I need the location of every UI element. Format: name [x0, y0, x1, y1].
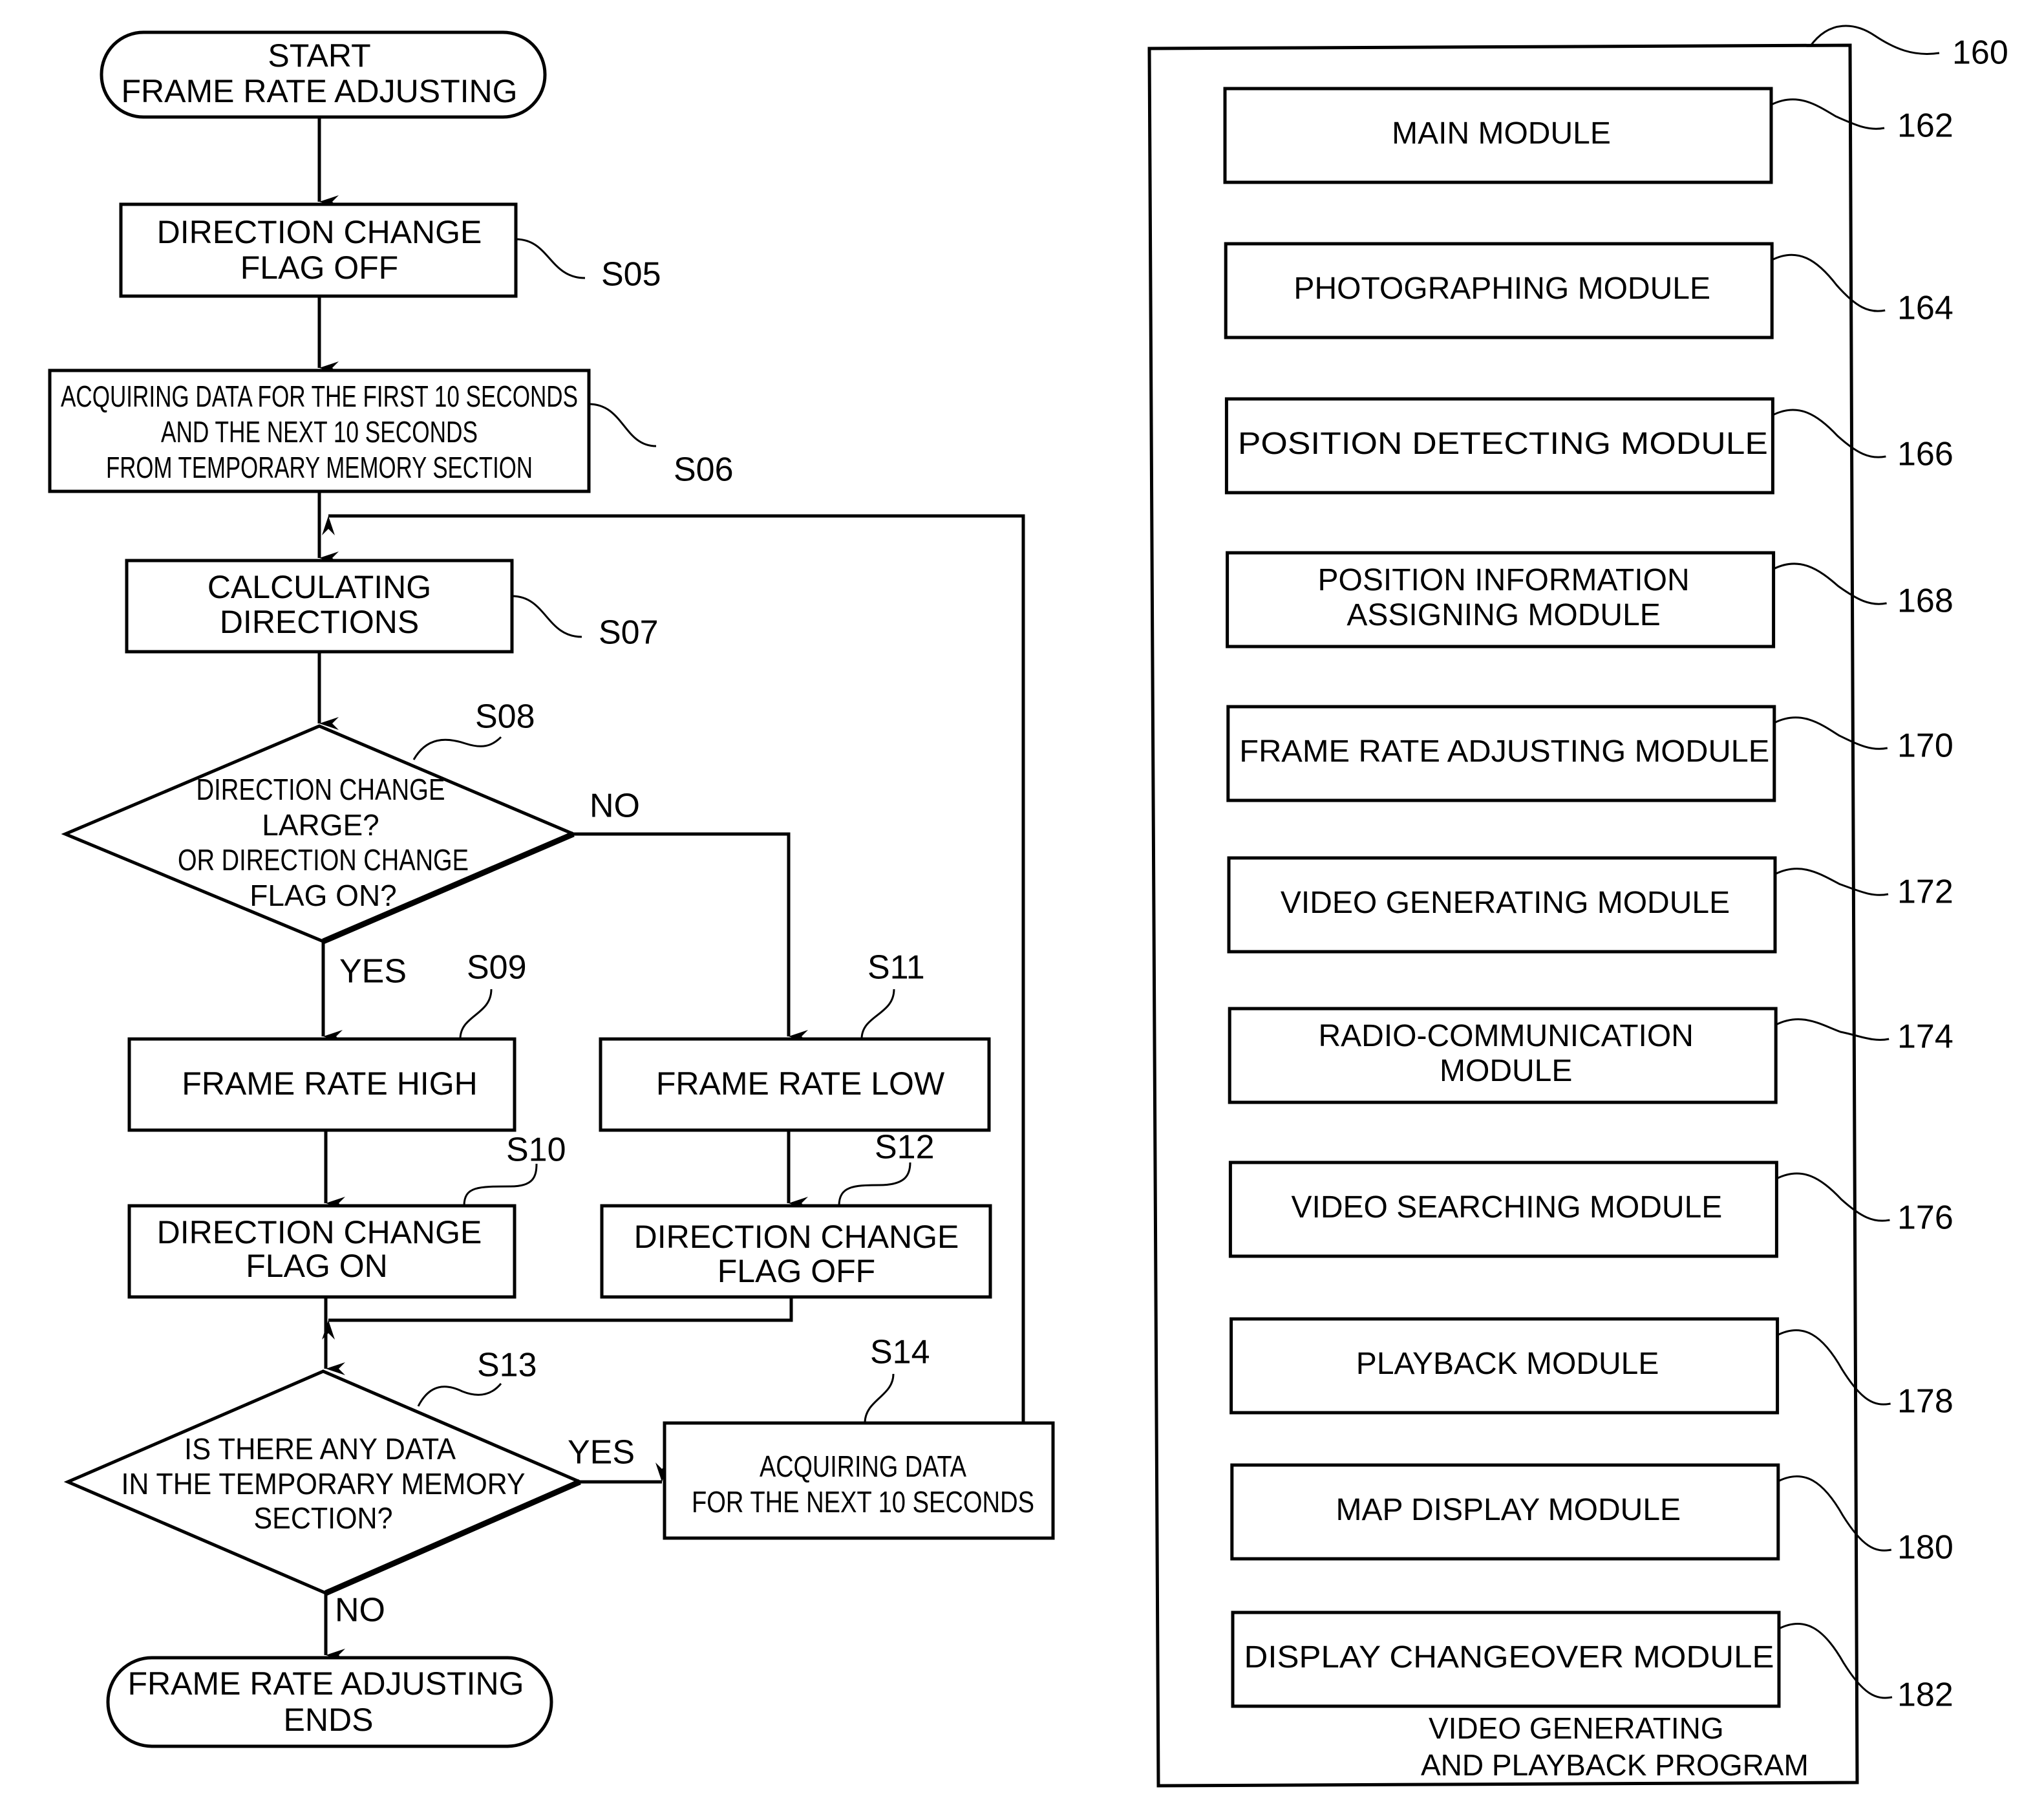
s09-line1: FRAME RATE HIGH: [182, 1065, 477, 1102]
program-caption-line2: AND PLAYBACK PROGRAM: [1421, 1748, 1809, 1782]
s10-leader-line: [463, 1163, 538, 1206]
s11-leader-line: [860, 989, 895, 1040]
s11-line1: FRAME RATE LOW: [656, 1065, 945, 1102]
s06-line1: ACQUIRING DATA FOR THE FIRST 10 SECONDS: [61, 380, 578, 413]
end-terminator: FRAME RATE ADJUSTING ENDS: [106, 1656, 553, 1748]
module-name-line: DISPLAY CHANGEOVER MODULE: [1244, 1640, 1774, 1675]
module-ref-label: 166: [1897, 436, 1953, 473]
flowchart: START FRAME RATE ADJUSTING DIRECTION CHA…: [48, 30, 1055, 1748]
module-name-line: RADIO-COMMUNICATION: [1318, 1019, 1693, 1053]
s05-line2: FLAG OFF: [240, 250, 398, 286]
arrow-s12-merge: [322, 1297, 793, 1340]
s13-leader-line: [417, 1383, 502, 1407]
s10-step-label: S10: [506, 1131, 566, 1169]
s08-line4: FLAG ON?: [250, 879, 397, 912]
s13-yes-label: YES: [568, 1434, 635, 1472]
s09-leader-line: [459, 989, 493, 1040]
module-ref-label: 176: [1897, 1199, 1953, 1237]
module-ref-label: 178: [1897, 1383, 1953, 1420]
s13-line1: IS THERE ANY DATA: [184, 1432, 456, 1466]
s06-leader-line: [588, 403, 657, 447]
s14-line1: ACQUIRING DATA: [760, 1450, 966, 1483]
module-name-line: VIDEO GENERATING MODULE: [1281, 886, 1730, 920]
s13-step-label: S13: [477, 1347, 537, 1384]
step-s12: DIRECTION CHANGE FLAG OFF S12: [600, 1129, 992, 1299]
s13-no-label: NO: [335, 1592, 385, 1629]
module-name-line: POSITION DETECTING MODULE: [1238, 427, 1768, 461]
step-s09: FRAME RATE HIGH S09: [127, 949, 527, 1132]
s12-line1: DIRECTION CHANGE: [634, 1219, 959, 1255]
arrow-s08-no-to-s11: [573, 832, 808, 1043]
s07-step-label: S07: [599, 614, 659, 652]
module-name-line: MAIN MODULE: [1392, 116, 1611, 151]
s08-line1: DIRECTION CHANGE: [197, 773, 445, 806]
s10-line1: DIRECTION CHANGE: [157, 1214, 482, 1250]
step-s14: ACQUIRING DATA FOR THE NEXT 10 SECONDS S…: [663, 1334, 1055, 1540]
s06-line2: AND THE NEXT 10 SECONDS: [161, 415, 478, 449]
module-ref-label: 164: [1897, 290, 1953, 327]
module-name-line: POSITION INFORMATION: [1318, 563, 1690, 597]
s08-line3: OR DIRECTION CHANGE: [178, 843, 469, 877]
module-name-line: MODULE: [1440, 1054, 1572, 1088]
s13-line3: SECTION?: [254, 1501, 393, 1535]
s08-line2: LARGE?: [262, 808, 379, 842]
module-name-line: MAP DISPLAY MODULE: [1336, 1493, 1681, 1527]
s09-step-label: S09: [467, 949, 527, 987]
s05-step-label: S05: [601, 256, 661, 294]
module-ref-label: 182: [1897, 1676, 1953, 1714]
end-label-line1: FRAME RATE ADJUSTING: [127, 1665, 524, 1702]
module-ref-label: 172: [1897, 873, 1953, 911]
step-s10: DIRECTION CHANGE FLAG ON S10: [127, 1131, 566, 1299]
module-ref-label: 180: [1897, 1529, 1953, 1567]
s07-line1: CALCULATING: [208, 569, 431, 605]
s14-line2: FOR THE NEXT 10 SECONDS: [692, 1485, 1034, 1519]
start-label-line2: FRAME RATE ADJUSTING: [121, 73, 517, 109]
s06-step-label: S06: [674, 451, 734, 489]
decision-s13: IS THERE ANY DATA IN THE TEMPORARY MEMOR…: [63, 1347, 635, 1629]
start-terminator: START FRAME RATE ADJUSTING: [100, 30, 547, 119]
module-ref-label: 170: [1897, 727, 1953, 765]
s14-leader-line: [864, 1373, 895, 1424]
s10-line2: FLAG ON: [246, 1248, 387, 1284]
s12-line2: FLAG OFF: [718, 1253, 875, 1289]
step-s07: CALCULATING DIRECTIONS S07: [125, 559, 659, 654]
end-label-line2: ENDS: [284, 1702, 374, 1738]
s12-step-label: S12: [875, 1129, 935, 1166]
program-panel: 160 MAIN MODULE 162 PHOTOGRAPHING MODULE 16…: [1147, 25, 2008, 1788]
s08-leader-line: [412, 736, 502, 760]
s14-step-label: S14: [870, 1334, 930, 1371]
module-name-line: ASSIGNING MODULE: [1346, 598, 1660, 632]
s05-leader-line: [515, 238, 586, 279]
program-caption-line1: VIDEO GENERATING: [1429, 1711, 1724, 1745]
module-name-line: VIDEO SEARCHING MODULE: [1292, 1190, 1723, 1225]
decision-s08: DIRECTION CHANGE LARGE? OR DIRECTION CHA…: [61, 698, 640, 990]
module-name-line: PHOTOGRAPHING MODULE: [1293, 272, 1710, 306]
patent-figure: START FRAME RATE ADJUSTING DIRECTION CHA…: [48, 25, 2008, 1788]
module-name-line: FRAME RATE ADJUSTING MODULE: [1239, 734, 1769, 769]
module-ref-label: 174: [1897, 1018, 1953, 1056]
s08-step-label: S08: [475, 698, 535, 736]
program-ref-label: 160: [1952, 34, 2008, 72]
s07-leader-line: [511, 595, 582, 638]
s08-yes-label: YES: [339, 953, 407, 990]
start-label-line1: START: [268, 37, 370, 74]
module-ref-label: 162: [1897, 107, 1953, 145]
s07-line2: DIRECTIONS: [220, 604, 419, 640]
module-name-line: PLAYBACK MODULE: [1356, 1347, 1659, 1381]
s13-line2: IN THE TEMPORARY MEMORY: [122, 1467, 526, 1501]
s12-leader-line: [838, 1162, 911, 1206]
module-ref-label: 168: [1897, 583, 1953, 620]
step-s05: DIRECTION CHANGE FLAG OFF S05: [119, 202, 661, 298]
s08-no-label: NO: [590, 787, 640, 825]
s11-step-label: S11: [867, 949, 925, 987]
step-s06: ACQUIRING DATA FOR THE FIRST 10 SECONDS …: [48, 369, 734, 493]
s05-line1: DIRECTION CHANGE: [157, 214, 482, 250]
s06-line3: FROM TEMPORARY MEMORY SECTION: [106, 451, 533, 484]
step-s11: FRAME RATE LOW S11: [599, 949, 991, 1132]
